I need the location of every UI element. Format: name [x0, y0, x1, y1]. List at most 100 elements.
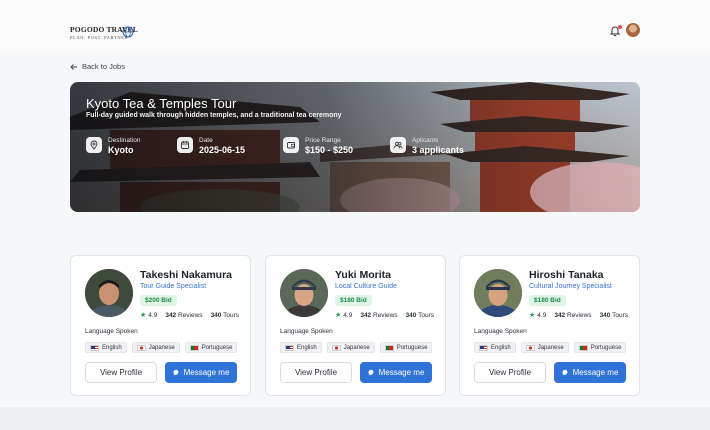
tours-count: 340: [405, 311, 417, 319]
message-button[interactable]: Message me: [554, 362, 626, 383]
language-chip: English: [280, 342, 322, 353]
portugal-flag-icon: [578, 344, 588, 351]
reviews-stat: 342 Reviews: [360, 312, 397, 319]
info-price-range: Price Range $150 - $250: [283, 137, 353, 155]
tours-count: 340: [599, 311, 611, 319]
job-title: Kyoto Tea & Temples Tour: [86, 96, 237, 111]
star-icon: ★: [529, 312, 536, 319]
rating-value: 4.9: [537, 312, 547, 319]
japan-flag-icon: [136, 344, 146, 351]
info-label: Date: [199, 137, 213, 144]
user-avatar[interactable]: [626, 23, 640, 37]
language-chip: English: [474, 342, 516, 353]
language-label: Language Spoken: [280, 328, 333, 335]
info-label: Price Range: [305, 137, 341, 144]
portugal-flag-icon: [384, 344, 394, 351]
reviews-label: Reviews: [178, 311, 203, 319]
info-applicants: Aplicants 3 applicants: [390, 137, 464, 155]
reviews-count: 342: [554, 311, 566, 319]
language-name: Japanese: [343, 344, 370, 351]
japan-flag-icon: [331, 344, 341, 351]
guide-name: Takeshi Nakamura: [140, 269, 233, 281]
reviews-count: 342: [165, 311, 177, 319]
language-name: English: [297, 344, 317, 351]
guide-card: Yuki Morita Local Culture Guide $180 Bid…: [265, 255, 446, 396]
language-chip: Japanese: [520, 342, 569, 353]
arrow-left-icon: [70, 63, 77, 70]
view-profile-button[interactable]: View Profile: [280, 362, 352, 383]
footer-strip: [0, 407, 710, 430]
rating-value: 4.9: [148, 312, 158, 319]
info-date: Date 2025-06-15: [177, 137, 245, 155]
job-subtitle: Full-day guided walk through hidden temp…: [86, 112, 342, 119]
back-label: Back to Jobs: [82, 62, 125, 71]
language-chip: Portuguese: [573, 342, 627, 353]
language-name: Portuguese: [396, 344, 428, 351]
wallet-icon: [283, 137, 299, 153]
message-label: Message me: [183, 368, 230, 377]
bid-badge: $180 Bid: [335, 295, 372, 306]
rating: ★ 4.9: [335, 311, 352, 319]
info-value: Kyoto: [108, 145, 134, 155]
info-value: 3 applicants: [412, 145, 465, 155]
language-name: Portuguese: [590, 344, 622, 351]
info-value: $150 - $250: [305, 145, 354, 155]
reviews-stat: 342 Reviews: [165, 312, 202, 319]
us-flag-icon: [90, 344, 99, 351]
message-label: Message me: [378, 368, 425, 377]
message-button[interactable]: Message me: [360, 362, 432, 383]
reviews-count: 342: [360, 311, 372, 319]
calendar-icon: [177, 137, 193, 153]
guide-stats: ★ 4.9 342 Reviews 340 Tours: [529, 311, 628, 320]
language-name: Portuguese: [201, 344, 233, 351]
message-button[interactable]: Message me: [165, 362, 237, 383]
guide-name: Hiroshi Tanaka: [529, 269, 604, 281]
guide-role: Local Culture Guide: [335, 283, 397, 290]
us-flag-icon: [285, 344, 294, 351]
info-label: Destination: [108, 137, 141, 144]
globe-logo-icon: [122, 26, 134, 38]
guide-card: Hiroshi Tanaka Cultural Journey Speciali…: [459, 255, 640, 396]
view-profile-button[interactable]: View Profile: [474, 362, 546, 383]
reviews-stat: 342 Reviews: [554, 312, 591, 319]
guide-avatar[interactable]: [474, 269, 522, 317]
bid-badge: $180 Bid: [529, 295, 566, 306]
language-name: Japanese: [148, 344, 175, 351]
bid-badge: $200 Bid: [140, 295, 177, 306]
language-list: English Japanese Portuguese: [474, 342, 627, 353]
message-label: Message me: [572, 368, 619, 377]
location-pin-icon: [86, 137, 102, 153]
language-chip: Japanese: [326, 342, 375, 353]
language-name: English: [102, 344, 122, 351]
language-list: English Japanese Portuguese: [280, 342, 433, 353]
language-chip: English: [85, 342, 127, 353]
guide-role: Cultural Journey Specialist: [529, 283, 612, 290]
chat-bubble-icon: [173, 369, 179, 376]
rating-value: 4.9: [343, 312, 353, 319]
guide-role: Tour Guide Specialist: [140, 283, 207, 290]
view-profile-button[interactable]: View Profile: [85, 362, 157, 383]
tours-stat: 340 Tours: [600, 312, 628, 319]
star-icon: ★: [140, 312, 147, 319]
guide-stats: ★ 4.9 342 Reviews 340 Tours: [335, 311, 434, 320]
back-to-jobs-link[interactable]: Back to Jobs: [70, 62, 125, 71]
chat-bubble-icon: [368, 369, 374, 376]
tours-stat: 340 Tours: [211, 312, 239, 319]
job-hero-banner: Kyoto Tea & Temples Tour Full-day guided…: [70, 82, 640, 212]
info-value: 2025-06-15: [199, 145, 246, 155]
language-label: Language Spoken: [85, 328, 138, 335]
guide-name: Yuki Morita: [335, 269, 392, 281]
language-chip: Japanese: [131, 342, 180, 353]
guide-avatar[interactable]: [85, 269, 133, 317]
brand-logo[interactable]: POGODO TRAVEL PLAN. POST. PARTNER: [70, 25, 138, 40]
language-name: Japanese: [537, 344, 564, 351]
language-label: Language Spoken: [474, 328, 527, 335]
guide-avatar[interactable]: [280, 269, 328, 317]
language-chip: Portuguese: [184, 342, 238, 353]
chat-bubble-icon: [562, 369, 568, 376]
info-destination: Destination Kyoto: [86, 137, 141, 155]
star-icon: ★: [335, 312, 342, 319]
language-name: English: [491, 344, 511, 351]
tours-count: 340: [210, 311, 222, 319]
info-label: Aplicants: [412, 137, 439, 144]
